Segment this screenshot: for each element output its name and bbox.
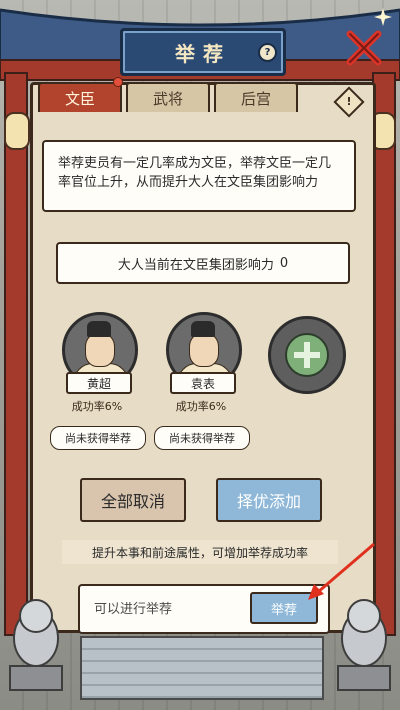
candidate-card[interactable]: 袁表 成功率6% 尚未获得举荐 — [154, 312, 250, 450]
cancel-all-button[interactable]: 全部取消 — [80, 478, 186, 522]
close-icon[interactable] — [344, 28, 384, 68]
sparkle-icon — [374, 8, 392, 26]
candidate-status: 尚未获得举荐 — [154, 426, 250, 450]
stone-lion-icon — [9, 599, 63, 691]
tab-harem[interactable]: 后宫 — [214, 82, 298, 112]
stone-lion-icon — [337, 599, 391, 691]
influence-value: 0 — [279, 255, 289, 271]
tab-generals[interactable]: 武将 — [126, 82, 210, 112]
auto-add-button[interactable]: 择优添加 — [216, 478, 322, 522]
notification-dot — [113, 77, 123, 87]
description-box: 举荐吏员有一定几率成为文臣，举荐文臣一定几率官位上升，从而提升大人在文臣集团影响… — [42, 140, 356, 212]
plus-icon — [285, 333, 329, 377]
influence-box: 大人当前在文臣集团影响力 0 — [56, 242, 350, 284]
add-candidate-button[interactable] — [268, 316, 346, 394]
tab-civil-officials[interactable]: 文臣 — [38, 82, 122, 112]
frame-pillar-left — [4, 72, 28, 636]
tab-bar: 文臣 武将 后宫 — [38, 82, 298, 112]
candidate-name: 黄超 — [66, 372, 132, 394]
candidate-success-rate: 成功率6% — [71, 400, 123, 413]
candidate-name: 袁表 — [170, 372, 236, 394]
candidate-card[interactable]: 黄超 成功率6% 尚未获得举荐 — [50, 312, 146, 450]
tip-text: 提升本事和前途属性，可增加举荐成功率 — [62, 540, 338, 564]
candidate-status: 尚未获得举荐 — [50, 426, 146, 450]
page-title: 举荐 — [175, 41, 231, 66]
help-icon[interactable]: ? — [258, 43, 277, 62]
action-box: 可以进行举荐 举荐 — [78, 584, 330, 634]
influence-label: 大人当前在文臣集团影响力 — [117, 257, 274, 273]
action-status: 可以进行举荐 — [94, 602, 173, 617]
stone-steps — [80, 636, 324, 700]
candidate-success-rate: 成功率6% — [175, 400, 227, 413]
lantern-icon — [4, 112, 30, 150]
